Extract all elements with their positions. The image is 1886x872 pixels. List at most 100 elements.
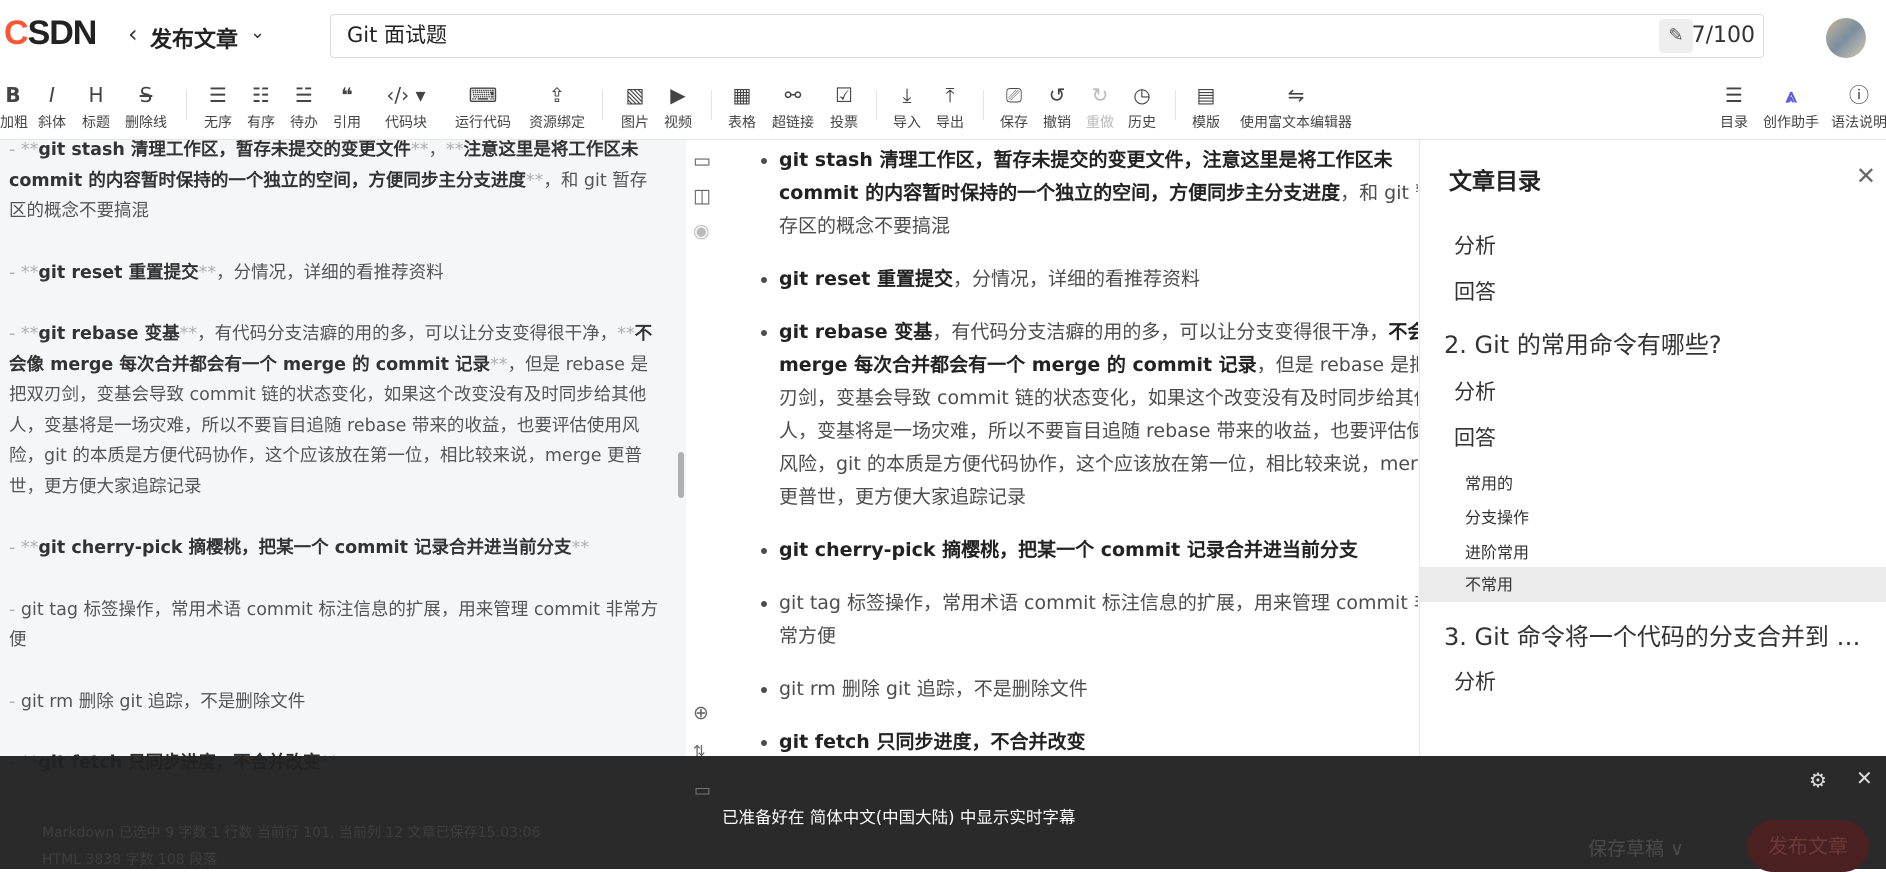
numbered-list-icon: ☷: [252, 83, 270, 107]
save-icon: ⎚: [1006, 83, 1022, 107]
table-button[interactable]: ▦ 表格: [724, 72, 760, 140]
preview-item-cherry-pick: git cherry-pick 摘樱桃，把某一个 commit 记录合并进当前分…: [779, 534, 1418, 567]
header: CSDN ‹ 发布文章 ⌄ ✎ 7/100: [0, 0, 1886, 72]
redo-icon: ↻: [1091, 83, 1109, 107]
download-icon: ⤓: [902, 83, 912, 107]
undo-button[interactable]: ↺ 撤销: [1039, 72, 1075, 140]
creation-assistant-button[interactable]: ⩓ 创作助手: [1758, 72, 1824, 140]
image-button[interactable]: ▧ 图片: [617, 72, 653, 140]
preview-item-stash: git stash 清理工作区，暂存未提交的变更文件，注意这里是将工作区未 co…: [779, 144, 1418, 243]
toc-item-active[interactable]: 不常用: [1420, 567, 1886, 602]
toc-item[interactable]: 2. Git 的常用命令有哪些?: [1444, 325, 1872, 360]
eye-icon[interactable]: ◉: [693, 220, 710, 242]
unordered-list-button[interactable]: ☰ 无序: [200, 72, 236, 140]
history-icon: ◷: [1133, 83, 1151, 107]
chevron-down-icon[interactable]: ⌄: [250, 22, 265, 43]
strikethrough-button[interactable]: S 删除线: [120, 72, 172, 140]
quote-button[interactable]: ❝ 引用: [329, 72, 365, 140]
title-char-count: 7/100: [1691, 23, 1755, 48]
save-button[interactable]: ⎚ 保存: [996, 72, 1032, 140]
template-button[interactable]: ▤ 模版: [1188, 72, 1224, 140]
divider: [711, 90, 712, 120]
toc-item[interactable]: 回答: [1454, 422, 1496, 452]
save-draft-button[interactable]: 保存草稿 ∨: [1588, 834, 1684, 861]
bullet-list-icon: ☰: [209, 83, 227, 107]
md-line-rebase: - **git rebase 变基**，有代码分支洁癖的用的多，可以让分支变得很…: [9, 324, 653, 497]
divider: [876, 90, 877, 120]
article-title-input[interactable]: [345, 21, 1349, 47]
code-block-button[interactable]: ‹/› ▾ 代码块: [380, 72, 432, 140]
toc-item[interactable]: 常用的: [1465, 470, 1513, 494]
magic-wand-icon[interactable]: ✎: [1659, 19, 1693, 53]
preview-item-rebase: git rebase 变基，有代码分支洁癖的用的多，可以让分支变得很干净，不会像…: [779, 316, 1418, 514]
preview-item-fetch: git fetch 只同步进度，不合并改变: [779, 726, 1418, 759]
ordered-list-button[interactable]: ☷ 有序: [243, 72, 279, 140]
split-view-icon[interactable]: ▭: [693, 150, 711, 172]
heading-button[interactable]: H 标题: [78, 72, 114, 140]
toc-title: 文章目录: [1449, 169, 1541, 195]
upload-box-icon: ⇪: [548, 83, 566, 107]
divider: [602, 90, 603, 120]
article-title-field[interactable]: ✎ 7/100: [330, 14, 1764, 58]
dual-pane-icon[interactable]: ◫: [693, 185, 711, 207]
md-line-reset: - **git reset 重置提交**，分情况，详细的看推荐资料: [9, 262, 444, 283]
history-button[interactable]: ◷ 历史: [1124, 72, 1160, 140]
bold-button[interactable]: B 加粗: [0, 72, 28, 140]
undo-icon: ↺: [1048, 83, 1066, 107]
switch-icon: ⇋: [1287, 83, 1305, 107]
todo-button[interactable]: ☱ 待办: [286, 72, 322, 140]
import-button[interactable]: ⤓ 导入: [889, 72, 925, 140]
csdn-logo[interactable]: CSDN: [4, 14, 97, 53]
rich-text-editor-button[interactable]: ⇋ 使用富文本编辑器: [1234, 72, 1358, 140]
export-button[interactable]: ⤒ 导出: [932, 72, 968, 140]
avatar[interactable]: [1826, 18, 1866, 58]
code-icon: ‹/› ▾: [386, 83, 426, 107]
status-bar-markdown: Markdown 已选中 9 字数 1 行数 当前行 101, 当前列 12 文…: [42, 825, 541, 841]
close-icon[interactable]: ✕: [1856, 766, 1873, 790]
page-title[interactable]: 发布文章: [150, 22, 238, 54]
md-line-cherry-pick: - **git cherry-pick 摘樱桃，把某一个 commit 记录合并…: [9, 538, 590, 558]
checklist-icon: ☱: [295, 83, 313, 107]
vote-button[interactable]: ☑ 投票: [826, 72, 862, 140]
link-icon: ⚯: [784, 83, 802, 107]
editor-toolbar: B 加粗 I 斜体 H 标题 S 删除线 ☰ 无序 ☷ 有序 ☱ 待办 ❝ 引用 ‹/› ▾ 代码…: [0, 72, 1886, 140]
monitor-icon: ▭: [694, 780, 712, 801]
toc-item[interactable]: 分支操作: [1465, 504, 1529, 528]
gear-icon[interactable]: ⚙: [1809, 768, 1827, 792]
preview-item-rm: git rm 删除 git 追踪，不是删除文件: [779, 673, 1418, 706]
table-icon: ▦: [732, 83, 752, 107]
toc-item[interactable]: 分析: [1454, 230, 1496, 260]
toc-icon: ☰: [1725, 83, 1743, 107]
run-code-button[interactable]: ⌨ 运行代码: [450, 72, 516, 140]
link-button[interactable]: ⚯ 超链接: [768, 72, 818, 140]
video-icon: ▶: [670, 83, 686, 107]
image-icon: ▧: [625, 83, 645, 107]
chevron-left-icon[interactable]: ‹: [128, 20, 138, 48]
italic-button[interactable]: I 斜体: [34, 72, 70, 140]
toc-item[interactable]: 分析: [1454, 666, 1496, 696]
close-icon[interactable]: ✕: [1856, 162, 1876, 190]
toc-button[interactable]: ☰ 目录: [1716, 72, 1752, 140]
divider: [186, 90, 187, 120]
strikethrough-icon: S: [139, 83, 153, 107]
live-caption-overlay: ▭ Markdown 已选中 9 字数 1 行数 当前行 101, 当前列 12…: [0, 756, 1886, 872]
redo-button[interactable]: ↻ 重做: [1082, 72, 1118, 140]
editor-scrollbar[interactable]: [678, 452, 684, 498]
caption-text: 已准备好在 简体中文(中国大陆) 中显示实时字幕: [722, 808, 1076, 827]
toc-item[interactable]: 3. Git 命令将一个代码的分支合并到 主分支: [1444, 617, 1872, 652]
toc-item[interactable]: 回答: [1454, 276, 1496, 306]
terminal-icon: ⌨: [468, 83, 498, 107]
syntax-help-button[interactable]: ⓘ 语法说明: [1830, 72, 1886, 140]
toc-item[interactable]: 分析: [1454, 376, 1496, 406]
resource-bind-button[interactable]: ⇪ 资源绑定: [524, 72, 590, 140]
preview-item-reset: git reset 重置提交，分情况，详细的看推荐资料: [779, 263, 1418, 296]
divider: [983, 90, 984, 120]
status-bar-html: HTML 3838 字数 108 段落: [42, 852, 218, 868]
video-button[interactable]: ▶ 视频: [660, 72, 696, 140]
heading-icon: H: [88, 83, 104, 107]
vote-icon: ☑: [835, 83, 853, 107]
divider: [1175, 90, 1176, 120]
locate-icon[interactable]: ⊕: [693, 702, 709, 724]
publish-button[interactable]: 发布文章: [1747, 820, 1869, 872]
toc-item[interactable]: 进阶常用: [1465, 539, 1529, 563]
